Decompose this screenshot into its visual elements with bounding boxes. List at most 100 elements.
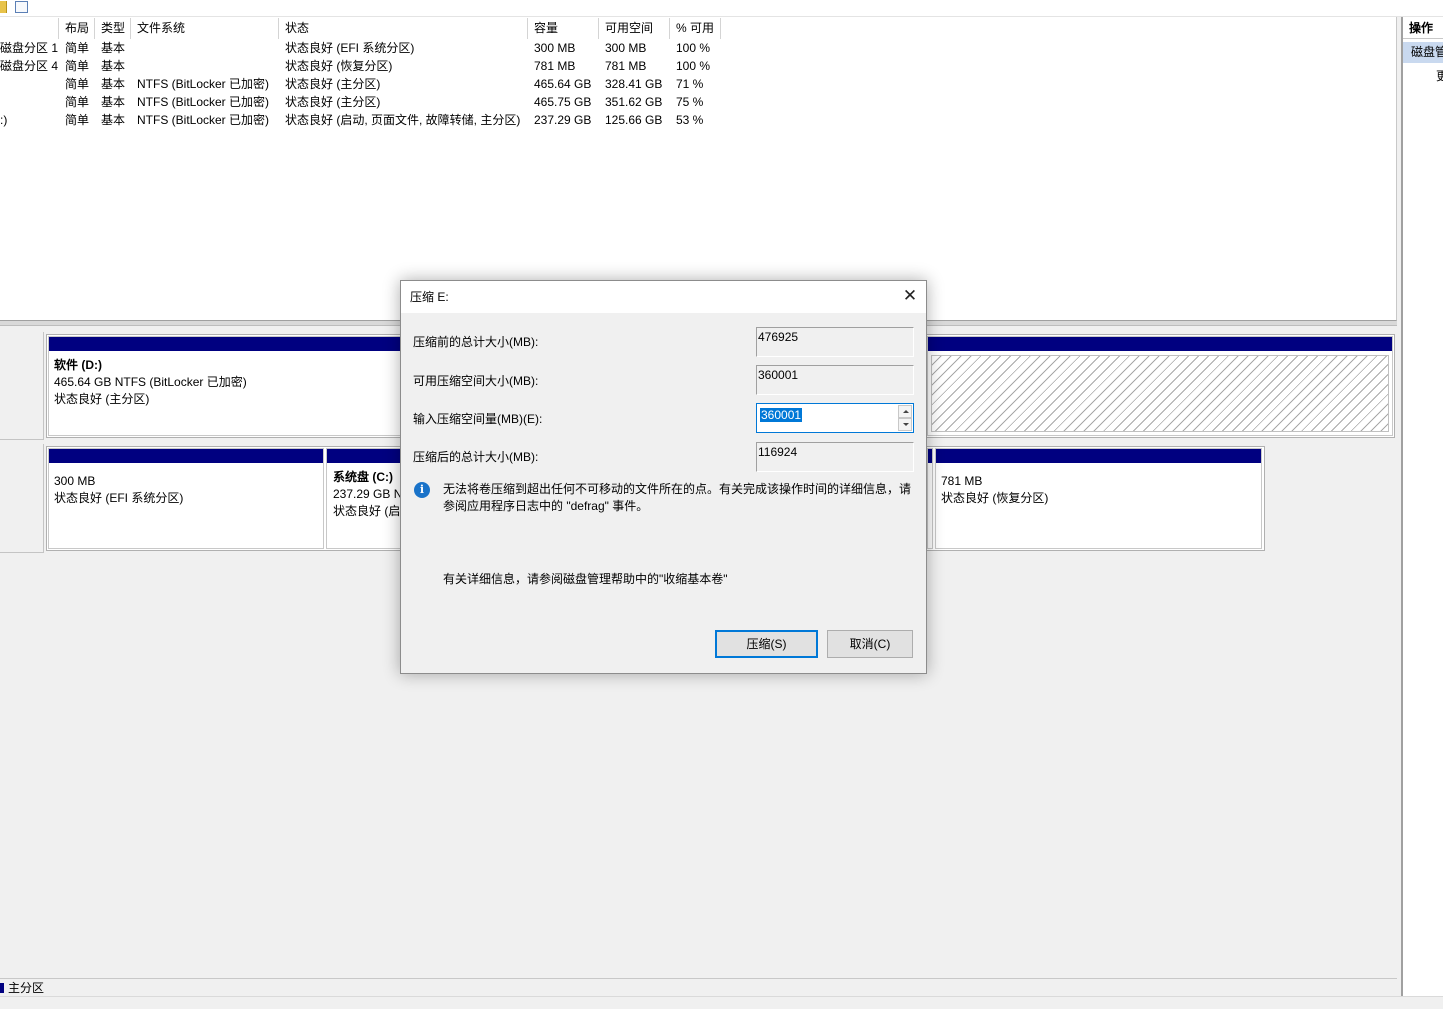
shrink-dialog: 压缩 E: ✕ 压缩前的总计大小(MB): 476925 可用压缩空间大小(MB…	[400, 280, 927, 674]
table-row[interactable]: :) 简单 基本 NTFS (BitLocker 已加密) 状态良好 (启动, …	[0, 111, 725, 129]
actions-header: 操作	[1403, 17, 1443, 39]
partition-d-status: 状态良好 (主分区)	[54, 392, 150, 406]
close-icon[interactable]: ✕	[894, 281, 926, 313]
shrink-button[interactable]: 压缩(S)	[715, 630, 818, 658]
partition-d-size: 465.64 GB NTFS (BitLocker 已加密)	[54, 375, 247, 389]
partition-d[interactable]: 软件 (D:) 465.64 GB NTFS (BitLocker 已加密) 状…	[48, 336, 404, 436]
table-row[interactable]: 磁盘分区 4) 简单 基本 状态良好 (恢复分区) 781 MB 781 MB …	[0, 57, 725, 75]
stepper-up-button[interactable]	[898, 405, 912, 418]
total-after-value: 116924	[756, 442, 914, 472]
cell-status: 状态良好 (EFI 系统分区)	[285, 41, 415, 55]
cell-percent-free: 71 %	[676, 77, 704, 91]
cell-layout: 简单	[65, 77, 90, 91]
cell-percent-free: 53 %	[676, 113, 704, 127]
dialog-title-bar[interactable]: 压缩 E: ✕	[401, 281, 926, 313]
partition-recovery[interactable]: 781 MB 状态良好 (恢复分区)	[935, 448, 1262, 549]
cell-free-space: 351.62 GB	[605, 95, 663, 109]
cell-capacity: 781 MB	[534, 59, 576, 73]
partition-c-status: 状态良好 (启	[333, 504, 401, 518]
cell-type: 基本	[101, 77, 126, 91]
column-header-free-space[interactable]: 可用空间	[599, 18, 670, 39]
column-header-type[interactable]: 类型	[95, 18, 131, 39]
info-message: 无法将卷压缩到超出任何不可移动的文件所在的点。有关完成该操作时间的详细信息，请参…	[443, 482, 912, 513]
cell-layout: 简单	[65, 95, 90, 109]
actions-pane: 操作 磁盘管 更	[1401, 17, 1443, 996]
partition-efi[interactable]: 300 MB 状态良好 (EFI 系统分区)	[48, 448, 324, 549]
shrink-amount-stepper[interactable]: 360001	[756, 403, 914, 433]
partition-efi-status: 状态良好 (EFI 系统分区)	[54, 491, 184, 505]
total-before-label: 压缩前的总计大小(MB):	[413, 335, 539, 349]
toolbar-strip	[0, 0, 1443, 17]
available-space-label: 可用压缩空间大小(MB):	[413, 374, 539, 388]
cell-capacity: 300 MB	[534, 41, 576, 55]
legend-primary-swatch	[0, 983, 4, 993]
cell-layout: 简单	[65, 59, 90, 73]
column-header-percent-free[interactable]: % 可用	[670, 18, 721, 39]
partition-efi-size: 300 MB	[54, 474, 96, 488]
cell-capacity: 465.75 GB	[534, 95, 592, 109]
column-header-layout[interactable]: 布局	[59, 18, 95, 39]
properties-icon[interactable]	[15, 1, 28, 13]
disk-1-label[interactable]	[0, 332, 44, 440]
legend-bar: 主分区	[0, 978, 1397, 996]
column-header-volume[interactable]	[0, 18, 59, 39]
partition-e-bottom[interactable]	[927, 448, 933, 549]
column-header-status[interactable]: 状态	[279, 18, 528, 39]
partition-recovery-status: 状态良好 (恢复分区)	[941, 491, 1049, 505]
cell-filesystem: NTFS (BitLocker 已加密)	[137, 77, 270, 91]
table-row[interactable]: 简单 基本 NTFS (BitLocker 已加密) 状态良好 (主分区) 46…	[0, 93, 725, 111]
cell-type: 基本	[101, 41, 126, 55]
folder-icon[interactable]	[0, 1, 7, 13]
column-header-capacity[interactable]: 容量	[528, 18, 599, 39]
column-header-filesystem[interactable]: 文件系统	[131, 18, 279, 39]
cell-free-space: 125.66 GB	[605, 113, 663, 127]
disk-0-label[interactable]	[0, 444, 44, 553]
cell-status: 状态良好 (主分区)	[285, 95, 381, 109]
partition-bar	[49, 449, 323, 463]
total-before-value: 476925	[756, 327, 914, 357]
partition-bar	[928, 449, 932, 463]
cell-free-space: 781 MB	[605, 59, 647, 73]
stepper-buttons	[898, 405, 912, 431]
partition-recovery-text: 781 MB 状态良好 (恢复分区)	[941, 473, 1048, 507]
actions-more-item[interactable]: 更	[1436, 67, 1443, 85]
cell-filesystem: NTFS (BitLocker 已加密)	[137, 113, 270, 127]
cell-free-space: 328.41 GB	[605, 77, 663, 91]
cell-volume: 磁盘分区 4)	[0, 59, 58, 73]
partition-bar	[49, 337, 403, 351]
cell-volume: :)	[0, 113, 8, 127]
status-bar	[0, 996, 1443, 1009]
info-icon: i	[414, 482, 430, 498]
cell-layout: 简单	[65, 41, 90, 55]
shrink-amount-input[interactable]: 360001	[760, 408, 803, 422]
partition-recovery-size: 781 MB	[941, 474, 983, 488]
cell-status: 状态良好 (主分区)	[285, 77, 381, 91]
legend-primary-label: 主分区	[8, 981, 45, 995]
volume-list: 布局 类型 文件系统 状态 容量 可用空间 % 可用 磁盘分区 1) 简单 基本…	[0, 17, 1397, 321]
total-after-label: 压缩后的总计大小(MB):	[413, 450, 539, 464]
cell-capacity: 465.64 GB	[534, 77, 592, 91]
partition-d-title: 软件 (D:)	[54, 358, 102, 372]
partition-e[interactable]	[927, 336, 1393, 436]
cell-percent-free: 75 %	[676, 95, 704, 109]
available-space-value: 360001	[756, 365, 914, 395]
cell-type: 基本	[101, 113, 126, 127]
dialog-title: 压缩 E:	[410, 290, 449, 304]
shrink-amount-label: 输入压缩空间量(MB)(E):	[413, 412, 543, 426]
stepper-down-button[interactable]	[898, 418, 912, 431]
partition-efi-text: 300 MB 状态良好 (EFI 系统分区)	[54, 473, 183, 507]
partition-c[interactable]: 系统盘 (C:) 237.29 GB N 状态良好 (启	[326, 448, 406, 549]
cancel-button[interactable]: 取消(C)	[827, 630, 913, 658]
table-row[interactable]: 磁盘分区 1) 简单 基本 状态良好 (EFI 系统分区) 300 MB 300…	[0, 39, 725, 57]
partition-bar	[327, 449, 405, 463]
cell-type: 基本	[101, 59, 126, 73]
table-row[interactable]: 简单 基本 NTFS (BitLocker 已加密) 状态良好 (主分区) 46…	[0, 75, 725, 93]
partition-c-title: 系统盘 (C:)	[333, 470, 393, 484]
actions-section-disk-management[interactable]: 磁盘管	[1403, 42, 1443, 63]
chevron-down-icon	[903, 423, 909, 426]
cell-volume: 磁盘分区 1)	[0, 41, 58, 55]
cell-status: 状态良好 (启动, 页面文件, 故障转储, 主分区)	[285, 113, 521, 127]
cell-type: 基本	[101, 95, 126, 109]
cell-free-space: 300 MB	[605, 41, 647, 55]
partition-bar	[936, 449, 1261, 463]
